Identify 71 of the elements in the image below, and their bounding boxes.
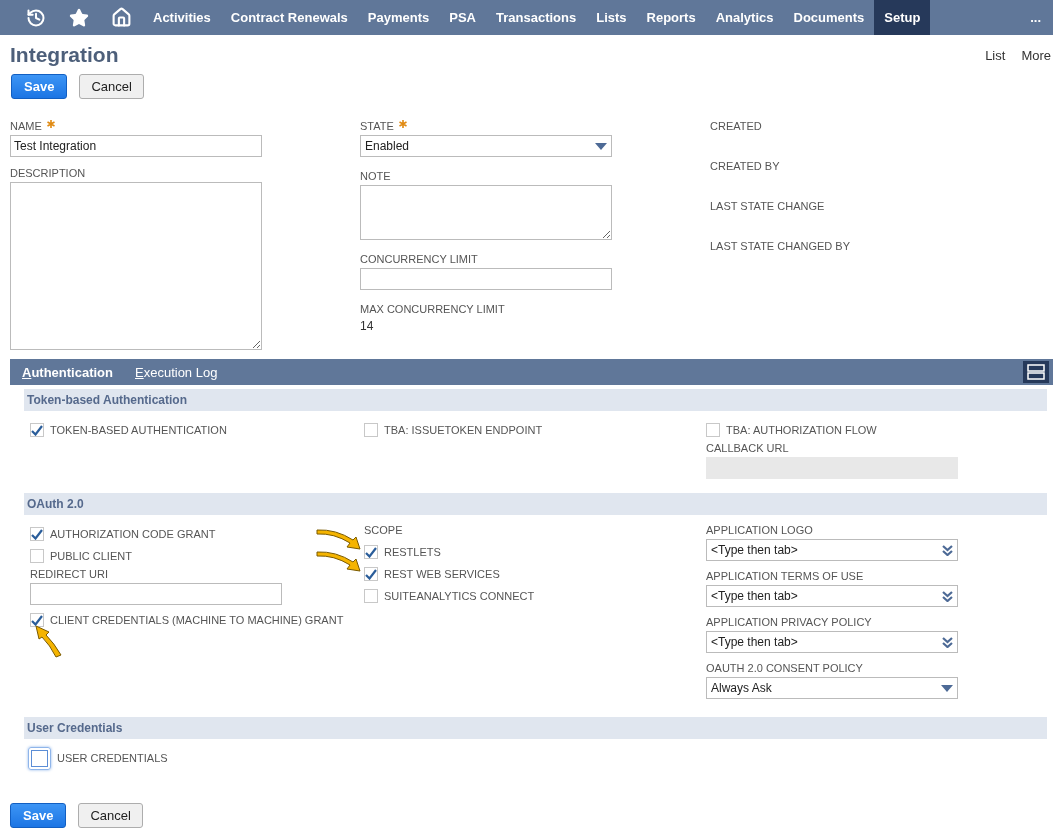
field-label: APPLICATION LOGO (706, 523, 813, 537)
field-label: REDIRECT URI (30, 567, 109, 581)
nav-menu-item[interactable]: Documents (783, 0, 875, 35)
tab[interactable]: Execution Log (135, 364, 218, 380)
nav-menu-item[interactable]: Setup (874, 0, 931, 35)
field-label: NOTE (360, 169, 391, 183)
checkbox-label: TOKEN-BASED AUTHENTICATION (50, 424, 227, 436)
text-input[interactable] (360, 268, 612, 290)
field-label: CREATED BY (710, 159, 780, 173)
save-button[interactable]: Save (11, 74, 68, 99)
checkbox-label: RESTLETS (384, 546, 441, 558)
section-header: Token-based Authentication (24, 389, 1047, 411)
more-menu[interactable]: ... (1018, 0, 1053, 35)
text-area[interactable] (360, 185, 612, 240)
nav-menu-item[interactable]: Activities (143, 0, 221, 35)
header-link[interactable]: More (1021, 47, 1051, 63)
double-chevron-icon (942, 636, 953, 648)
dropdown-arrow-icon (941, 684, 953, 692)
tab[interactable]: Authentication (22, 364, 113, 380)
field-label: STATE (360, 119, 394, 133)
field-label: CALLBACK URL (706, 441, 789, 455)
checkbox[interactable] (30, 527, 44, 541)
checkbox[interactable] (364, 567, 378, 581)
field-label: APPLICATION TERMS OF USE (706, 569, 864, 583)
dropdown-arrow-icon (595, 142, 607, 150)
checkbox-label: SUITEANALYTICS CONNECT (384, 590, 535, 602)
cancel-button[interactable]: Cancel (78, 803, 143, 828)
header-link[interactable]: List (985, 47, 1006, 63)
text-input[interactable] (30, 583, 282, 605)
double-chevron-icon (942, 544, 953, 556)
nav-menu-item[interactable]: Analytics (705, 0, 784, 35)
field-label: SCOPE (364, 523, 404, 537)
nav-menu-item[interactable]: Contract Renewals (220, 0, 358, 35)
checkbox[interactable] (30, 423, 44, 437)
checkbox-label: CLIENT CREDENTIALS (MACHINE TO MACHINE) GRANT (50, 614, 344, 626)
field-label: CONCURRENCY LIMIT (360, 252, 478, 266)
field-label: OAUTH 2.0 CONSENT POLICY (706, 661, 863, 675)
double-chevron-icon (942, 590, 953, 602)
nav-menu-item[interactable]: Lists (586, 0, 637, 35)
nav-menu-item[interactable]: Reports (636, 0, 706, 35)
select-field[interactable]: Always Ask (706, 677, 958, 699)
checkbox-label: USER CREDENTIALS (57, 752, 168, 764)
checkbox-label: TBA: ISSUETOKEN ENDPOINT (384, 424, 543, 436)
field-label: LAST STATE CHANGED BY (710, 239, 850, 253)
nav-menu-item[interactable]: Transactions (486, 0, 587, 35)
page-title: Integration (10, 43, 119, 67)
save-button[interactable]: Save (10, 803, 67, 828)
field-label: APPLICATION PRIVACY POLICY (706, 615, 872, 629)
checkbox[interactable] (30, 613, 44, 627)
checkbox-label: PUBLIC CLIENT (50, 550, 132, 562)
text-input[interactable]: Test Integration (10, 135, 262, 157)
checkbox-label: REST WEB SERVICES (384, 568, 500, 580)
checkbox-label: TBA: AUTHORIZATION FLOW (726, 424, 877, 436)
field-label: MAX CONCURRENCY LIMIT (360, 302, 505, 316)
field-label: CREATED (710, 119, 762, 133)
checkbox[interactable] (364, 545, 378, 559)
layout-toggle-icon[interactable] (1023, 361, 1049, 383)
field-label: NAME (10, 119, 42, 133)
section-header: User Credentials (24, 717, 1047, 739)
checkbox-label: AUTHORIZATION CODE GRANT (50, 528, 216, 540)
cancel-button[interactable]: Cancel (79, 74, 144, 99)
select-field[interactable]: Enabled (360, 135, 612, 157)
lookup-field[interactable]: <Type then tab> (706, 585, 958, 607)
nav-menu-item[interactable]: PSA (439, 0, 486, 35)
lookup-field[interactable]: <Type then tab> (706, 631, 958, 653)
section-header: OAuth 2.0 (24, 493, 1047, 515)
lookup-field[interactable]: <Type then tab> (706, 539, 958, 561)
field-value: 14 (360, 319, 375, 333)
nav-menu-item[interactable]: Payments (357, 0, 440, 35)
field-label: DESCRIPTION (10, 166, 86, 180)
field-label: LAST STATE CHANGE (710, 199, 825, 213)
